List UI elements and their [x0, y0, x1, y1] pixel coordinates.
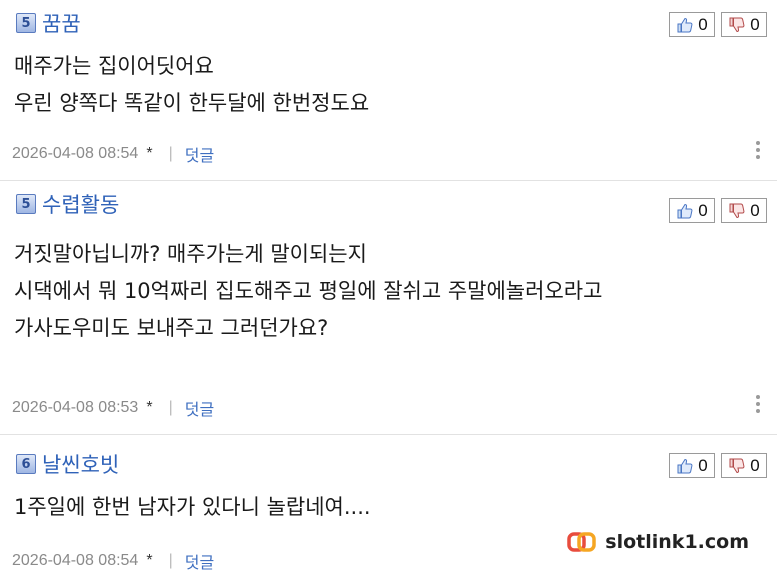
thumbs-down-icon: [729, 17, 745, 32]
comment-body: 매주가는 집이어딧어요 우린 양쪽다 똑같이 한두달에 한번정도요: [14, 48, 369, 122]
thumbs-up-icon: [677, 203, 693, 218]
star-mark: *: [146, 399, 153, 416]
level-badge-icon: 6: [16, 454, 36, 474]
comment-line: 가사도우미도 보내주고 그러던가요?: [14, 316, 329, 340]
comment-body: 1주일에 한번 남자가 있다니 놀랍네여....: [14, 489, 371, 526]
watermark: slotlink1.com: [567, 531, 749, 553]
comment-meta: 2026-04-08 08:53 * | 덧글: [12, 396, 214, 420]
nickname[interactable]: 꿈꿈: [42, 8, 81, 38]
comment-header: 5 수렵활동: [16, 191, 119, 217]
like-count: 0: [698, 200, 708, 220]
level-badge-icon: 5: [16, 13, 36, 33]
timestamp: 2026-04-08 08:54: [12, 145, 139, 162]
thumbs-down-icon: [729, 458, 745, 473]
separator: |: [168, 552, 173, 569]
watermark-text: slotlink1.com: [605, 531, 749, 553]
comment-item: 6 날씬호빗 0 0 1주일에 한번 남자가 있다니 놀랍네여.... 2026…: [0, 435, 777, 584]
comment-line: 거짓말아닙니까? 매주가는게 말이되는지: [14, 242, 367, 266]
dislike-count: 0: [750, 455, 760, 475]
timestamp: 2026-04-08 08:54: [12, 552, 139, 569]
thumbs-up-icon: [677, 17, 693, 32]
separator: |: [168, 145, 173, 162]
comment-item: 5 수렵활동 0 0 거짓말아닙니까? 매주가는게 말이되는지 시댁에서 뭐 1…: [0, 181, 777, 435]
star-mark: *: [146, 145, 153, 162]
chain-link-icon: [567, 532, 597, 552]
reply-link[interactable]: 덧글: [185, 549, 214, 573]
comment-item: 5 꿈꿈 0 0 매주가는 집이어딧어요 우린 양쪽다 똑같이 한두달에 한번정…: [0, 0, 777, 181]
separator: |: [168, 399, 173, 416]
comment-body: 거짓말아닙니까? 매주가는게 말이되는지 시댁에서 뭐 10억짜리 집도해주고 …: [14, 236, 602, 347]
level-badge-icon: 5: [16, 194, 36, 214]
like-button[interactable]: 0: [669, 453, 715, 478]
thumbs-down-icon: [729, 203, 745, 218]
comment-meta: 2026-04-08 08:54 * | 덧글: [12, 142, 214, 166]
dislike-button[interactable]: 0: [721, 12, 767, 37]
thumbs-up-icon: [677, 458, 693, 473]
reply-link[interactable]: 덧글: [185, 142, 214, 166]
like-button[interactable]: 0: [669, 198, 715, 223]
reply-link[interactable]: 덧글: [185, 396, 214, 420]
timestamp: 2026-04-08 08:53: [12, 399, 139, 416]
dislike-count: 0: [750, 200, 760, 220]
comment-line: 시댁에서 뭐 10억짜리 집도해주고 평일에 잘쉬고 주말에놀러오라고: [14, 279, 603, 303]
nickname[interactable]: 수렵활동: [42, 189, 119, 219]
comment-line: 1주일에 한번 남자가 있다니 놀랍네여....: [14, 495, 371, 519]
vote-buttons: 0 0: [669, 12, 767, 37]
comment-line: 우린 양쪽다 똑같이 한두달에 한번정도요: [14, 91, 370, 115]
like-count: 0: [698, 455, 708, 475]
more-vertical-icon[interactable]: [755, 395, 761, 413]
like-button[interactable]: 0: [669, 12, 715, 37]
comment-line: 매주가는 집이어딧어요: [14, 54, 214, 78]
comment-header: 6 날씬호빗: [16, 451, 119, 477]
dislike-button[interactable]: 0: [721, 198, 767, 223]
vote-buttons: 0 0: [669, 198, 767, 223]
more-vertical-icon[interactable]: [755, 141, 761, 159]
comment-header: 5 꿈꿈: [16, 10, 81, 36]
dislike-count: 0: [750, 14, 760, 34]
nickname[interactable]: 날씬호빗: [42, 449, 119, 479]
dislike-button[interactable]: 0: [721, 453, 767, 478]
comment-meta: 2026-04-08 08:54 * | 덧글: [12, 549, 214, 573]
like-count: 0: [698, 14, 708, 34]
vote-buttons: 0 0: [669, 453, 767, 478]
star-mark: *: [146, 552, 153, 569]
